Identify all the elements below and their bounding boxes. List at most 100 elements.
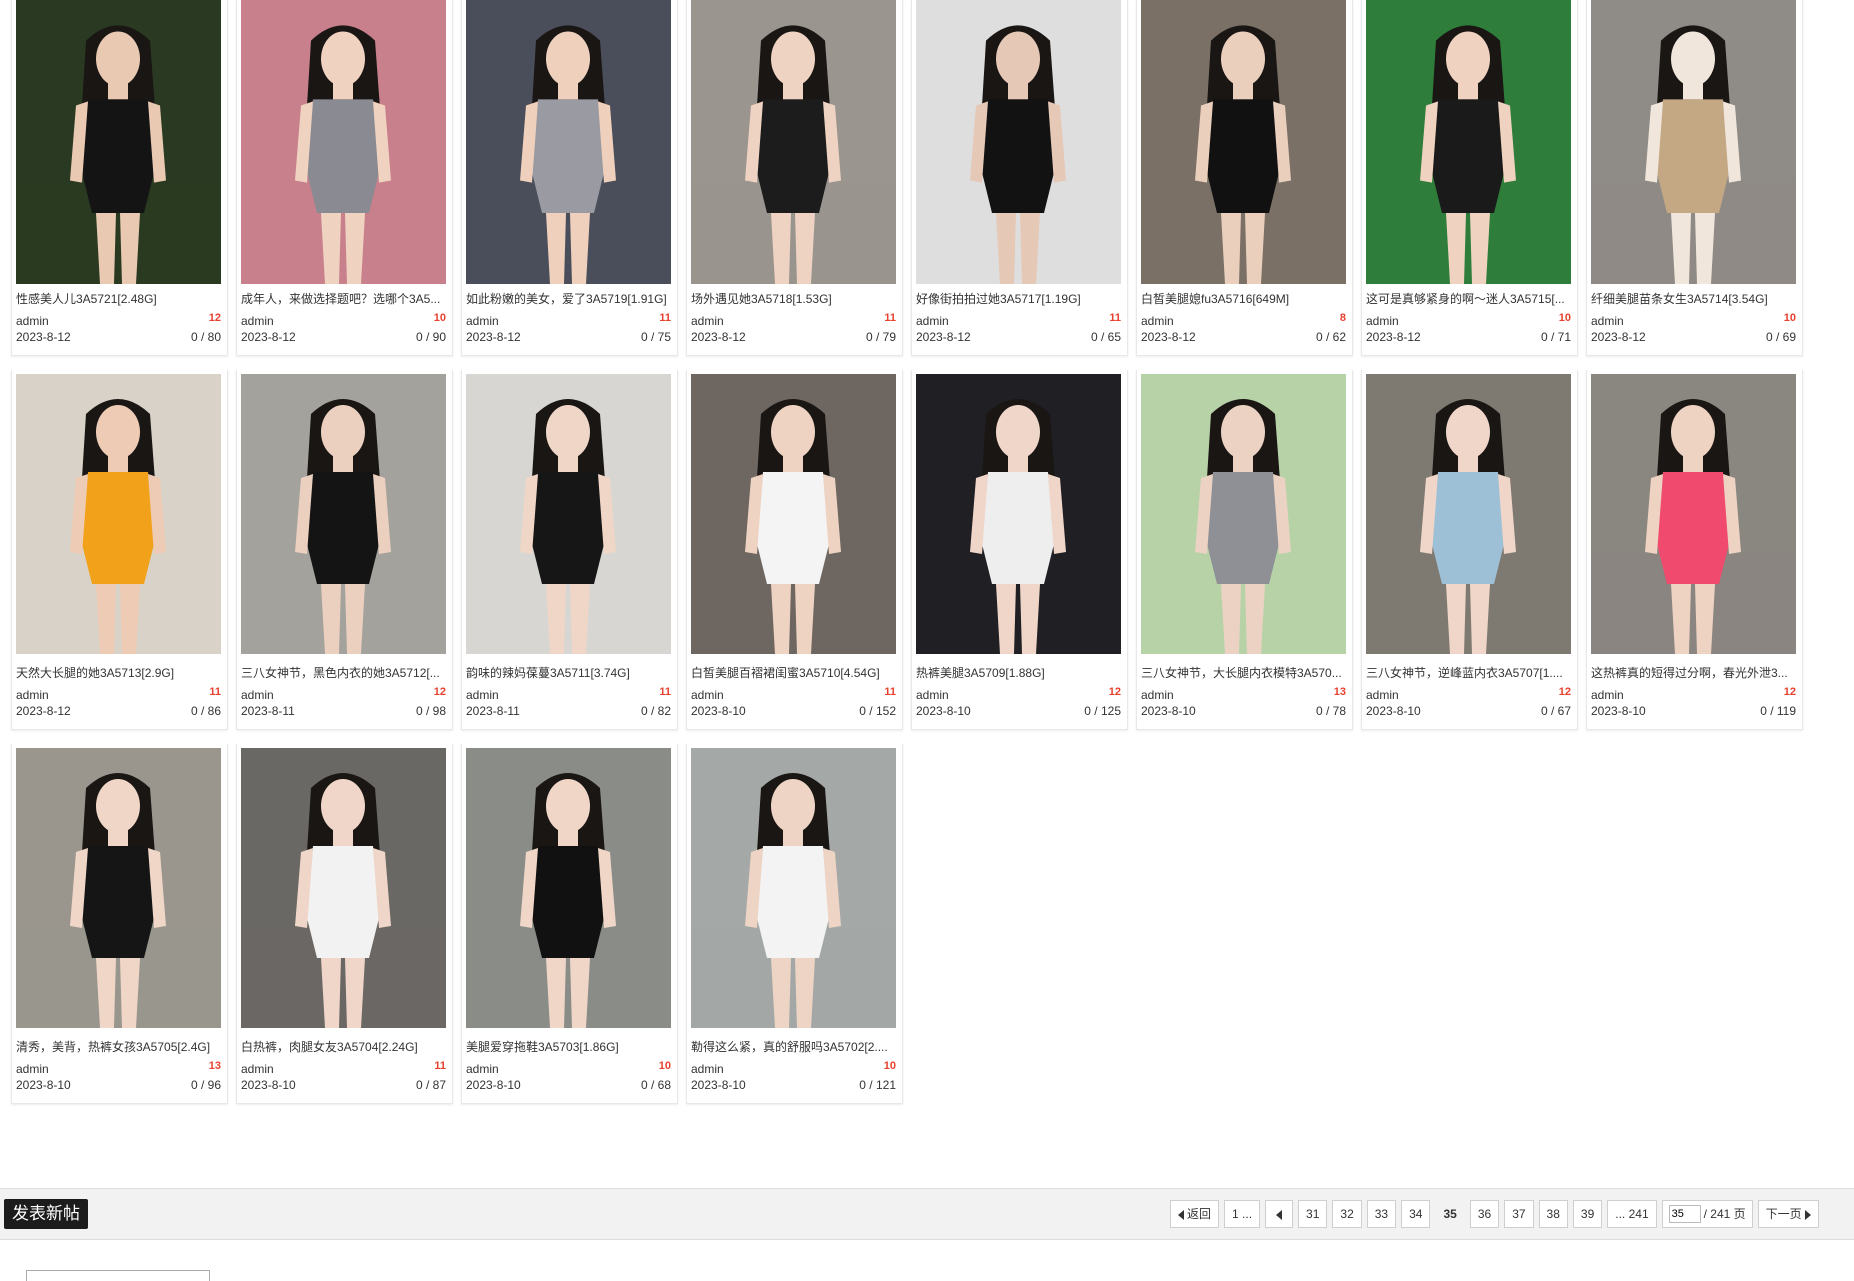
thread-title[interactable]: 清秀，美背，热裤女孩3A5705[2.4G] [16,1038,221,1055]
thread-title[interactable]: 白皙美腿媳fu3A5716[649M] [1141,290,1346,307]
page-link[interactable]: 34 [1401,1200,1431,1228]
thread-author[interactable]: admin [16,1062,49,1076]
thread-thumbnail[interactable] [16,0,221,284]
page-link[interactable]: 32 [1332,1200,1362,1228]
thread-title[interactable]: 三八女神节，黑色内衣的她3A5712[... [241,664,446,681]
thread-title[interactable]: 白皙美腿百褶裙闺蜜3A5710[4.54G] [691,664,896,681]
thread-thumbnail[interactable] [1591,0,1796,284]
page-link[interactable]: 37 [1504,1200,1534,1228]
thread-title[interactable]: 这可是真够紧身的啊～迷人3A5715[... [1366,290,1571,307]
thread-title[interactable]: 韵味的辣妈葆蔓3A5711[3.74G] [466,664,671,681]
thread-thumbnail[interactable] [241,374,446,654]
thread-title[interactable]: 纤细美腿苗条女生3A5714[3.54G] [1591,290,1796,307]
thread-thumbnail[interactable] [691,374,896,654]
thread-thumbnail[interactable] [466,0,671,284]
thread-card[interactable]: 这热裤真的短得过分啊，春光外泄3... admin 12 2023-8-10 0… [1586,370,1803,730]
current-page[interactable]: 35 [1435,1200,1465,1228]
page-link[interactable]: 39 [1572,1200,1603,1228]
thread-card[interactable]: 好像街拍拍过她3A5717[1.19G] admin 11 2023-8-12 … [911,0,1128,356]
reply-view-stats: 0 / 79 [865,330,896,344]
thread-author[interactable]: admin [916,314,949,328]
thread-card[interactable]: 三八女神节，逆峰蓝内衣3A5707[1.... admin 12 2023-8-… [1361,370,1578,730]
prev-page-button[interactable] [1265,1200,1294,1228]
thread-thumbnail[interactable] [1366,374,1571,654]
thread-thumbnail[interactable] [16,748,221,1028]
thread-author[interactable]: admin [1591,688,1624,702]
thread-author[interactable]: admin [1366,688,1399,702]
thread-card[interactable]: 三八女神节，黑色内衣的她3A5712[... admin 12 2023-8-1… [236,370,453,730]
thread-thumbnail[interactable] [916,0,1121,284]
thread-title[interactable]: 热裤美腿3A5709[1.88G] [916,664,1121,681]
thread-card[interactable]: 天然大长腿的她3A5713[2.9G] admin 11 2023-8-12 0… [11,370,228,730]
thread-thumbnail[interactable] [916,374,1121,654]
thread-title[interactable]: 白热裤，肉腿女友3A5704[2.24G] [241,1038,446,1055]
thumbnail-image [241,748,446,1028]
page-link[interactable]: 36 [1469,1200,1500,1228]
thread-thumbnail[interactable] [1591,374,1796,654]
thread-title[interactable]: 美腿爱穿拖鞋3A5703[1.86G] [466,1038,671,1055]
thread-card[interactable]: 纤细美腿苗条女生3A5714[3.54G] admin 10 2023-8-12… [1586,0,1803,356]
thread-card[interactable]: 白皙美腿媳fu3A5716[649M] admin 8 2023-8-12 0 … [1136,0,1353,356]
next-page-button[interactable]: 下一页 [1757,1200,1819,1228]
thread-author[interactable]: admin [691,314,724,328]
thread-title[interactable]: 场外遇见她3A5718[1.53G] [691,290,896,307]
thread-card[interactable]: 勒得这么紧，真的舒服吗3A5702[2.... admin 10 2023-8-… [686,744,903,1104]
thread-card[interactable]: 清秀，美背，热裤女孩3A5705[2.4G] admin 13 2023-8-1… [11,744,228,1104]
thread-author[interactable]: admin [916,688,949,702]
thread-date: 2023-8-10 [1141,704,1196,718]
thread-card[interactable]: 美腿爱穿拖鞋3A5703[1.86G] admin 10 2023-8-10 0… [461,744,678,1104]
thread-card[interactable]: 性感美人儿3A5721[2.48G] admin 12 2023-8-12 0 … [11,0,228,356]
image-count-badge: 10 [883,1060,896,1072]
thread-card[interactable]: 这可是真够紧身的啊～迷人3A5715[... admin 10 2023-8-1… [1361,0,1578,356]
last-page-link[interactable]: ... 241 [1607,1200,1657,1228]
thread-card[interactable]: 成年人，来做选择题吧？选哪个3A5... admin 10 2023-8-12 … [236,0,453,356]
thread-card[interactable]: 白皙美腿百褶裙闺蜜3A5710[4.54G] admin 11 2023-8-1… [686,370,903,730]
thread-thumbnail[interactable] [691,748,896,1028]
thread-title[interactable]: 三八女神节，逆峰蓝内衣3A5707[1.... [1366,664,1571,681]
thread-title[interactable]: 三八女神节，大长腿内衣模特3A570... [1141,664,1346,681]
thread-author[interactable]: admin [241,1062,274,1076]
thread-card[interactable]: 三八女神节，大长腿内衣模特3A570... admin 13 2023-8-10… [1136,370,1353,730]
thread-author[interactable]: admin [1141,314,1174,328]
thread-thumbnail[interactable] [241,748,446,1028]
thread-author[interactable]: admin [691,1062,724,1076]
thread-card[interactable]: 如此粉嫩的美女，爱了3A5719[1.91G] admin 11 2023-8-… [461,0,678,356]
thread-author[interactable]: admin [241,688,274,702]
thread-title[interactable]: 这热裤真的短得过分啊，春光外泄3... [1591,664,1796,681]
thread-title[interactable]: 如此粉嫩的美女，爱了3A5719[1.91G] [466,290,671,307]
thread-card[interactable]: 韵味的辣妈葆蔓3A5711[3.74G] admin 11 2023-8-11 … [461,370,678,730]
thread-title[interactable]: 天然大长腿的她3A5713[2.9G] [16,664,221,681]
back-button[interactable]: 返回 [1170,1200,1220,1228]
thread-card[interactable]: 白热裤，肉腿女友3A5704[2.24G] admin 11 2023-8-10… [236,744,453,1104]
thread-thumbnail[interactable] [1141,0,1346,284]
thread-card[interactable]: 场外遇见她3A5718[1.53G] admin 11 2023-8-12 0 … [686,0,903,356]
thread-author[interactable]: admin [466,688,499,702]
page-link[interactable]: 33 [1366,1200,1397,1228]
thread-title[interactable]: 性感美人儿3A5721[2.48G] [16,290,221,307]
thread-card[interactable]: 热裤美腿3A5709[1.88G] admin 12 2023-8-10 0 /… [911,370,1128,730]
thread-thumbnail[interactable] [1366,0,1571,284]
thread-title[interactable]: 好像街拍拍过她3A5717[1.19G] [916,290,1121,307]
thread-author[interactable]: admin [466,314,499,328]
page-link[interactable]: 38 [1538,1200,1568,1228]
thread-title[interactable]: 成年人，来做选择题吧？选哪个3A5... [241,290,446,307]
thread-author[interactable]: admin [16,314,49,328]
page-link[interactable]: 31 [1298,1200,1328,1228]
thread-thumbnail[interactable] [466,748,671,1028]
thread-author[interactable]: admin [241,314,274,328]
page-jump-input[interactable] [1668,1205,1701,1223]
thread-thumbnail[interactable] [241,0,446,284]
thread-thumbnail[interactable] [16,374,221,654]
thread-thumbnail[interactable] [466,374,671,654]
thread-thumbnail[interactable] [1141,374,1346,654]
thread-author[interactable]: admin [1141,688,1174,702]
thread-thumbnail[interactable] [691,0,896,284]
thread-author[interactable]: admin [691,688,724,702]
thread-title[interactable]: 勒得这么紧，真的舒服吗3A5702[2.... [691,1038,896,1055]
thread-author[interactable]: admin [1366,314,1399,328]
first-page-link[interactable]: 1 ... [1224,1200,1261,1228]
thread-author[interactable]: admin [466,1062,499,1076]
thread-author[interactable]: admin [1591,314,1624,328]
new-post-button[interactable]: 发表新帖 [4,1199,88,1229]
thread-author[interactable]: admin [16,688,49,702]
